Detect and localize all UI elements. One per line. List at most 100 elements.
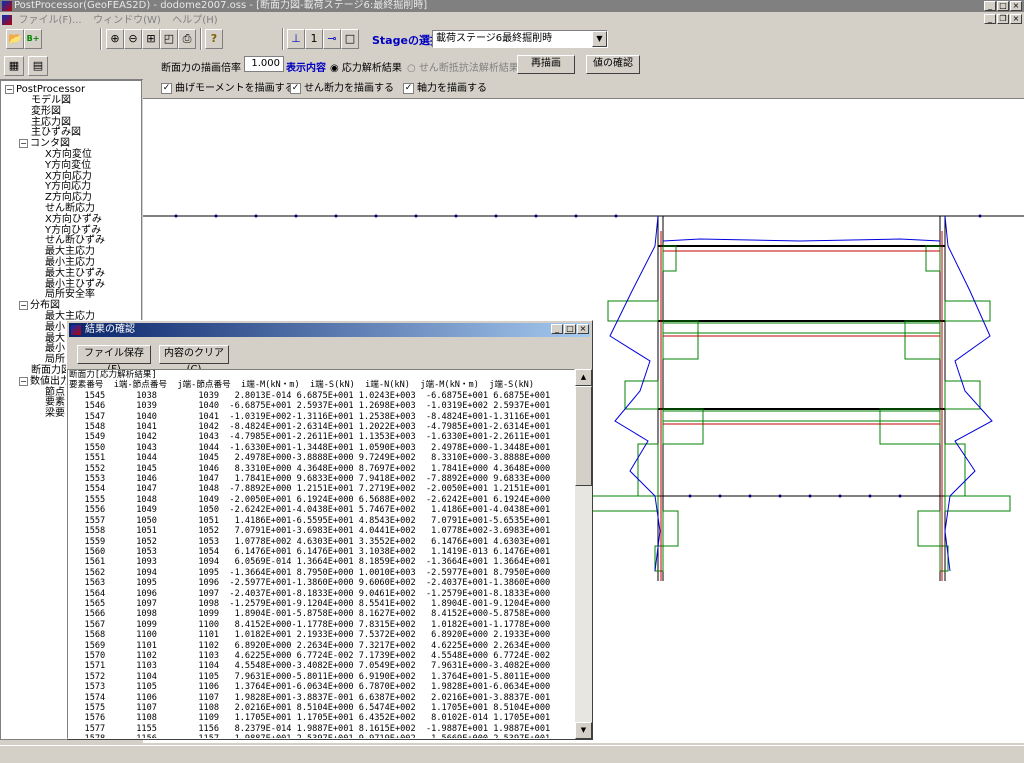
results-row: 1559 1052 1053 1.0778E+002 4.6303E+001 3… [69,536,551,547]
tree-root[interactable]: − PostProcessor [5,84,85,95]
line-mode-icon[interactable]: ⊸ [323,29,341,49]
horizontal-scrollbar[interactable] [0,745,1024,763]
menu-help[interactable]: ヘルプ(H) [172,15,217,26]
help-icon[interactable]: ? [205,29,223,49]
scroll-thumb[interactable] [575,386,592,486]
tree-item[interactable]: − 分布図 [19,300,60,311]
redraw-button[interactable]: 再描画 [517,55,575,74]
results-text-area[interactable]: 断面力[応力解析結果] 要素番号 i端-節点番号 j端-節点番号 i端-M(kN・… [67,369,575,739]
tree-item[interactable]: X方向応力 [45,171,92,182]
tree-item[interactable]: − コンタ図 [19,138,70,149]
tree-item-label: X方向変位 [45,149,92,160]
results-row: 1572 1104 1105 7.9631E+000-5.8011E+000 6… [69,671,551,682]
dialog-minimize-button[interactable]: _ [551,324,563,334]
results-row: 1548 1041 1042 -8.4824E+001-2.6314E+001 … [69,422,551,433]
save-file-button[interactable]: ファイル保存(F) [77,345,151,375]
tree-item[interactable]: 主応力図 [31,117,71,128]
tree-item[interactable]: Z方向応力 [45,192,92,203]
results-row: 1576 1108 1109 1.1705E+001 1.1705E+001 6… [69,713,551,724]
tree-item[interactable]: 梁要 [45,408,65,419]
tree-item[interactable]: 変形図 [31,106,61,117]
scroll-down-icon[interactable]: ▼ [575,722,592,739]
results-row: 1561 1093 1094 6.0569E-014 1.3664E+001 8… [69,557,551,568]
tree-item[interactable]: X方向変位 [45,149,92,160]
radio-stress[interactable]: ◉ 応力解析結果 [330,59,402,74]
tree-item[interactable]: 節点 [45,387,65,398]
zoom-in-icon[interactable]: ⊕ [106,29,124,49]
tree-item-label: 最大主応力 [45,246,95,258]
doc-restore-button[interactable]: ❐ [997,14,1009,24]
beam-mode-icon[interactable]: ⊥ [287,29,305,49]
menu-window[interactable]: ウィンドウ(W) [93,15,161,26]
results-row: 1578 1156 1157 -1.9887E+001-2.5397E+001 … [69,734,574,738]
tree-item[interactable]: Y方向ひずみ [45,225,101,236]
scroll-up-icon[interactable]: ▲ [575,369,592,386]
tree-item[interactable]: 最小 [45,343,65,354]
stage-label: Stageの選択 [372,34,441,47]
results-row: 1570 1102 1103 4.6225E+000 6.7724E-002 7… [69,650,551,661]
zoom-fit-icon[interactable]: ⊞ [142,29,160,49]
tree-item[interactable]: 要素 [45,397,65,408]
tree-item[interactable]: 最小主ひずみ [45,279,105,290]
tree-icon-2[interactable]: ▤ [28,56,48,76]
tree-expand-icon[interactable]: − [19,301,28,311]
dialog-icon [71,325,81,335]
tree-item[interactable]: 局所 [45,354,65,365]
results-row: 1556 1049 1050 -2.6242E+001-4.0438E+001 … [69,505,551,516]
tree-item[interactable]: 最小 [45,322,65,333]
tree-item[interactable]: Y方向変位 [45,160,91,171]
tree-item[interactable]: X方向ひずみ [45,214,102,225]
tree-expand-icon[interactable]: − [19,139,28,149]
tree-item[interactable]: 最大主ひずみ [45,268,105,279]
results-row: 1566 1098 1099 1.8904E-001-5.8758E+000 8… [69,609,551,620]
tree-item[interactable]: せん断ひずみ [45,235,105,246]
check-axial[interactable]: ✓ 軸力を描画する [403,79,487,94]
dialog-maximize-button[interactable]: □ [564,324,576,334]
display-label: 表示内容 [286,63,326,74]
menu-file[interactable]: ファイル(F)... [19,15,82,26]
window-title: PostProcessor(GeoFEAS2D) - dodome2007.os… [14,0,428,11]
tree-icon-1[interactable]: ▦ [4,56,24,76]
clear-content-button[interactable]: 内容のクリア(C) [159,345,229,375]
chevron-down-icon[interactable]: ▼ [592,31,607,47]
maximize-button[interactable]: □ [997,1,1009,11]
tree-item[interactable]: モデル図 [31,95,71,106]
doc-minimize-button[interactable]: _ [984,14,996,24]
number-mode-icon[interactable]: 1 [305,29,323,49]
radio-shear-method[interactable]: ○ せん断抵抗法解析結果 [407,59,519,74]
dialog-close-button[interactable]: × [577,324,589,334]
confirm-values-button[interactable]: 値の確認 [586,55,640,74]
tree-item[interactable]: 最大 [45,333,65,344]
check-shear[interactable]: ✓ せん断力を描画する [290,79,394,94]
tree-toolbar: ▦ ▤ [0,52,143,80]
minimize-button[interactable]: _ [984,1,996,11]
tree-item[interactable]: 最小主応力 [45,257,95,268]
open-folder-icon[interactable]: 📂 [6,29,24,49]
results-row: 1567 1099 1100 8.4152E+000-1.1778E+000 7… [69,619,551,630]
dialog-title-bar: 結果の確認 [69,323,590,337]
zoom-out-icon[interactable]: ⊖ [124,29,142,49]
print-icon[interactable]: ⎙ [178,29,196,49]
check-moment[interactable]: ✓ 曲げモーメントを描画する [161,79,295,94]
stage-select[interactable]: 載荷ステージ6最終掘削時 ▼ [432,30,608,48]
tree-item-label: せん断ひずみ [45,235,105,247]
results-row: 1568 1100 1101 1.0182E+001 2.1933E+000 7… [69,630,551,641]
tree-item[interactable]: 最大主応力 [45,246,95,257]
pan-icon[interactable]: ◰ [160,29,178,49]
frame-mode-icon[interactable]: □ [341,29,359,49]
tree-item-label: 断面力図 [31,365,71,376]
app-icon [2,1,12,11]
tree-item[interactable]: − 数値出力 [19,376,70,387]
tree-item[interactable]: 断面力図 [31,365,71,376]
tree-item[interactable]: 主ひずみ図 [31,127,81,138]
tree-item[interactable]: 局所安全率 [45,289,95,300]
export-icon[interactable]: B+ [24,29,42,49]
tree-expand-icon[interactable]: − [19,376,28,386]
results-row: 1557 1050 1051 1.4186E+001-6.5595E+001 4… [69,515,551,526]
scale-input[interactable]: 1.000 [244,56,284,72]
dialog-vertical-scrollbar[interactable]: ▲ ▼ [575,369,592,739]
tree-item[interactable]: Y方向応力 [45,181,91,192]
doc-close-button[interactable]: × [1010,14,1022,24]
tree-item[interactable]: せん断応力 [45,203,95,214]
close-button[interactable]: × [1010,1,1022,11]
